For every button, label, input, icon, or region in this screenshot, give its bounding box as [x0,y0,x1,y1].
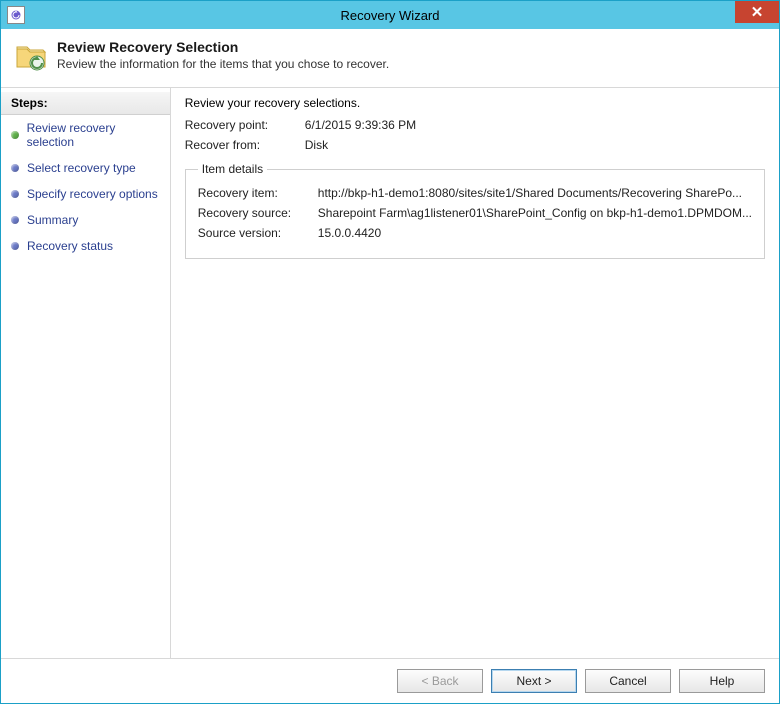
step-summary[interactable]: Summary [1,207,170,233]
titlebar: Recovery Wizard ✕ [1,1,779,29]
wizard-body: Steps: Review recovery selection Select … [1,88,779,658]
recovery-point-label: Recovery point: [185,118,305,132]
source-version-value: 15.0.0.4420 [318,226,752,240]
content-pane: Review your recovery selections. Recover… [171,88,779,658]
row-recover-from: Recover from: Disk [185,138,765,152]
item-details-group: Item details Recovery item: http://bkp-h… [185,162,765,259]
step-review-recovery-selection[interactable]: Review recovery selection [1,115,170,155]
header-text: Review Recovery Selection Review the inf… [57,39,389,71]
recovery-point-value: 6/1/2015 9:39:36 PM [305,118,765,132]
recovery-source-value: Sharepoint Farm\ag1listener01\SharePoint… [318,206,752,220]
step-label: Recovery status [27,239,113,253]
page-title: Review Recovery Selection [57,39,389,55]
page-subtitle: Review the information for the items tha… [57,57,389,71]
folder-recover-icon [15,41,47,73]
steps-sidebar: Steps: Review recovery selection Select … [1,88,171,658]
recovery-item-label: Recovery item: [198,186,318,200]
step-select-recovery-type[interactable]: Select recovery type [1,155,170,181]
help-button[interactable]: Help [679,669,765,693]
row-recovery-item: Recovery item: http://bkp-h1-demo1:8080/… [198,186,752,200]
step-bullet-icon [11,190,19,198]
step-bullet-icon [11,131,19,139]
step-label: Select recovery type [27,161,136,175]
wizard-footer: < Back Next > Cancel Help [1,658,779,703]
close-button[interactable]: ✕ [735,1,779,23]
step-bullet-icon [11,164,19,172]
step-label: Summary [27,213,78,227]
steps-title: Steps: [1,92,170,115]
app-icon [7,6,25,24]
close-icon: ✕ [751,3,764,21]
recovery-source-label: Recovery source: [198,206,318,220]
back-button[interactable]: < Back [397,669,483,693]
row-recovery-source: Recovery source: Sharepoint Farm\ag1list… [198,206,752,220]
step-specify-recovery-options[interactable]: Specify recovery options [1,181,170,207]
source-version-label: Source version: [198,226,318,240]
recovery-item-value: http://bkp-h1-demo1:8080/sites/site1/Sha… [318,186,752,200]
next-button[interactable]: Next > [491,669,577,693]
recovery-wizard-window: Recovery Wizard ✕ Review Recovery Select… [0,0,780,704]
review-intro: Review your recovery selections. [185,96,765,110]
step-bullet-icon [11,242,19,250]
recover-from-label: Recover from: [185,138,305,152]
step-label: Specify recovery options [27,187,158,201]
wizard-header: Review Recovery Selection Review the inf… [1,29,779,88]
cancel-button[interactable]: Cancel [585,669,671,693]
row-source-version: Source version: 15.0.0.4420 [198,226,752,240]
step-label: Review recovery selection [27,121,160,149]
window-title: Recovery Wizard [1,8,779,23]
row-recovery-point: Recovery point: 6/1/2015 9:39:36 PM [185,118,765,132]
step-recovery-status[interactable]: Recovery status [1,233,170,259]
step-bullet-icon [11,216,19,224]
recover-from-value: Disk [305,138,765,152]
item-details-legend: Item details [198,162,267,176]
